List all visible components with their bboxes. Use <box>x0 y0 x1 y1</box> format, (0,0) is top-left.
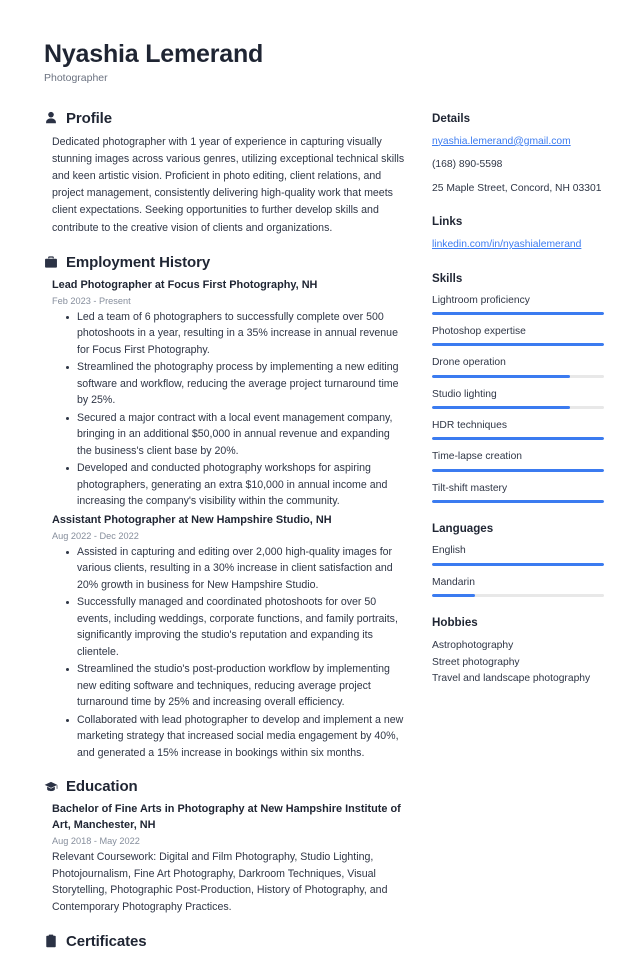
skill-meter: Drone operation <box>432 356 604 378</box>
entry-title: Bachelor of Fine Arts in Photography at … <box>52 803 401 832</box>
sidebar-hobbies: Hobbies Astrophotography Street photogra… <box>432 616 604 688</box>
skill-meter: HDR techniques <box>432 419 604 441</box>
languages-heading: Languages <box>432 522 494 536</box>
entry-description: Relevant Coursework: Digital and Film Ph… <box>52 850 388 914</box>
resume-page: Nyashia Lemerand Photographer Profile De… <box>0 0 640 950</box>
entry-title: Lead Photographer at Focus First Photogr… <box>52 278 318 291</box>
skill-label: Studio lighting <box>432 388 497 400</box>
employment-title: Employment History <box>66 253 211 271</box>
skill-meter: Photoshop expertise <box>432 325 604 347</box>
skill-meter: Lightroom proficiency <box>432 294 604 315</box>
skill-label: Drone operation <box>432 357 506 369</box>
sidebar-details: Details nyashia.lemerand@gmail.com (168)… <box>432 112 604 196</box>
skill-fill <box>432 500 604 504</box>
skill-track <box>432 311 604 315</box>
skill-fill <box>432 468 604 472</box>
education-heading-row: Education <box>44 778 406 795</box>
language-fill <box>432 593 475 597</box>
language-track <box>432 593 604 597</box>
education-entry: Bachelor of Fine Arts in Photography at … <box>44 802 406 916</box>
entry-date: Feb 2023 - Present <box>52 295 131 306</box>
linkedin-link[interactable]: linkedin.com/in/nyashialemerand <box>432 237 604 252</box>
candidate-job-title: Photographer <box>44 71 108 84</box>
skill-track <box>432 343 604 347</box>
skill-label: Lightroom proficiency <box>432 294 530 306</box>
details-heading: Details <box>432 111 471 125</box>
employment-entry: Lead Photographer at Focus First Photogr… <box>44 278 406 510</box>
user-icon <box>46 112 56 124</box>
hobby-item: Travel and landscape photography <box>432 673 591 685</box>
bullet-item: Collaborated with lead photographer to d… <box>66 712 406 762</box>
certificates-title: Certificates <box>66 932 147 950</box>
skill-fill <box>432 406 570 409</box>
skill-track <box>432 468 604 472</box>
profile-title: Profile <box>66 109 112 127</box>
skills-heading: Skills <box>432 271 463 285</box>
entry-bullets: Led a team of 6 photographers to success… <box>52 309 406 510</box>
bullet-item: Led a team of 6 photographers to success… <box>66 309 406 359</box>
certificates-heading-row: Certificates <box>44 933 406 950</box>
skill-label: HDR techniques <box>432 420 507 431</box>
entry-title: Assistant Photographer at New Hampshire … <box>52 513 332 526</box>
bullet-item: Streamlined the photography process by i… <box>66 359 406 409</box>
skill-fill <box>432 343 604 347</box>
skill-fill <box>432 437 604 441</box>
entry-bullets: Assisted in capturing and editing over 2… <box>52 544 406 762</box>
profile-text: Dedicated photographer with 1 year of ex… <box>52 135 405 234</box>
bullet-item: Secured a major contract with a local ev… <box>66 410 406 460</box>
skill-meter: Tilt-shift mastery <box>432 482 604 504</box>
entry-date: Aug 2018 - May 2022 <box>52 835 140 846</box>
skill-fill <box>432 311 604 315</box>
hobby-item: Astrophotography <box>432 639 514 651</box>
section-education: Education Bachelor of Fine Arts in Photo… <box>44 778 406 916</box>
main-column: Profile Dedicated photographer with 1 ye… <box>44 110 406 967</box>
graduation-cap-icon <box>44 781 58 791</box>
employment-heading-row: Employment History <box>44 254 406 271</box>
hobbies-heading: Hobbies <box>432 615 478 629</box>
resume-header: Nyashia Lemerand Photographer <box>44 40 600 84</box>
language-fill <box>432 562 604 566</box>
links-heading: Links <box>432 215 463 229</box>
sidebar-skills: Skills Lightroom proficiency Photoshop e… <box>432 272 604 504</box>
clipboard-icon <box>46 934 56 948</box>
skill-label: Time-lapse creation <box>432 451 523 463</box>
bullet-item: Streamlined the studio's post-production… <box>66 661 406 711</box>
email-link[interactable]: nyashia.lemerand@gmail.com <box>432 134 604 149</box>
address-text: 25 Maple Street, Concord, NH 03301 <box>432 182 602 194</box>
skill-meter: Time-lapse creation <box>432 450 604 472</box>
resume-body: Profile Dedicated photographer with 1 ye… <box>44 110 604 967</box>
hobby-item: Street photography <box>432 656 520 668</box>
candidate-name: Nyashia Lemerand <box>44 40 264 68</box>
language-track <box>432 562 604 566</box>
bullet-item: Successfully managed and coordinated pho… <box>66 594 406 660</box>
language-label: English <box>432 545 466 557</box>
section-employment: Employment History Lead Photographer at … <box>44 254 406 762</box>
skill-label: Tilt-shift mastery <box>432 482 508 494</box>
skill-meter: Studio lighting <box>432 388 604 409</box>
bullet-item: Developed and conducted photography work… <box>66 460 406 510</box>
skill-track <box>432 437 604 441</box>
education-title: Education <box>66 778 138 796</box>
skill-fill <box>432 374 570 378</box>
language-meter: Mandarin <box>432 576 604 597</box>
sidebar-languages: Languages English Mandarin <box>432 522 604 597</box>
skill-track <box>432 374 604 378</box>
language-label: Mandarin <box>432 576 475 588</box>
sidebar-column: Details nyashia.lemerand@gmail.com (168)… <box>432 110 604 707</box>
skill-track <box>432 406 604 409</box>
employment-entry: Assistant Photographer at New Hampshire … <box>44 513 406 762</box>
language-meter: English <box>432 544 604 566</box>
section-certificates: Certificates <box>44 933 406 950</box>
skill-label: Photoshop expertise <box>432 325 526 337</box>
phone-text: (168) 890-5598 <box>432 159 503 171</box>
sidebar-links: Links linkedin.com/in/nyashialemerand <box>432 215 604 252</box>
section-profile: Profile Dedicated photographer with 1 ye… <box>44 110 406 237</box>
briefcase-icon <box>45 256 57 268</box>
skill-track <box>432 500 604 504</box>
entry-date: Aug 2022 - Dec 2022 <box>52 530 139 541</box>
profile-heading-row: Profile <box>44 110 406 127</box>
bullet-item: Assisted in capturing and editing over 2… <box>66 544 406 594</box>
